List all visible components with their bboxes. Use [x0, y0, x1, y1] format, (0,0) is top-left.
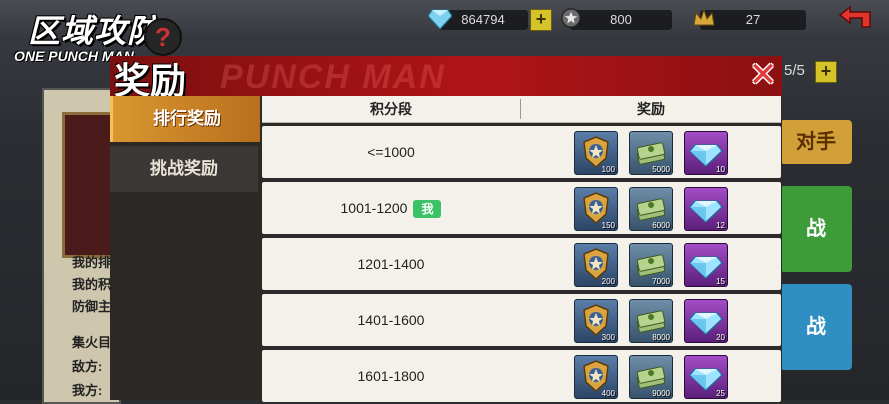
score-range-text: <=1000	[367, 144, 415, 160]
shield-badge-icon	[561, 8, 581, 28]
reward-item[interactable]: 150	[574, 187, 618, 231]
table-header: 积分段 奖励	[262, 96, 781, 123]
header-watermark: PUNCH MAN	[220, 58, 446, 96]
battle-button-1[interactable]: 战	[780, 186, 852, 272]
reward-item[interactable]: 200	[574, 243, 618, 287]
reward-quantity: 25	[716, 389, 725, 398]
reward-quantity: 20	[716, 333, 725, 342]
reward-item[interactable]: 10	[684, 131, 728, 175]
challenge-count: 5/5	[784, 62, 805, 79]
badge-value: 800	[610, 12, 632, 27]
score-range-text: 1601-1800	[357, 368, 425, 384]
reward-quantity: 15	[716, 277, 725, 286]
add-count-button[interactable]: +	[815, 61, 837, 83]
reward-item[interactable]: 25	[684, 355, 728, 399]
score-range: 1001-1200 我	[262, 182, 520, 234]
table-row: 1601-1800 400 9000 25	[262, 350, 781, 402]
reward-item[interactable]: 300	[574, 299, 618, 343]
reward-item[interactable]: 5000	[629, 131, 673, 175]
left-line: 集火目	[72, 335, 112, 350]
reward-item[interactable]: 7000	[629, 243, 673, 287]
reward-item[interactable]: 12	[684, 187, 728, 231]
table-row: 1201-1400 200 7000 15	[262, 238, 781, 290]
reward-quantity: 150	[601, 221, 615, 230]
tab-challenge-rewards[interactable]: 挑战奖励	[110, 146, 258, 192]
reward-item[interactable]: 8000	[629, 299, 673, 343]
column-header-reward: 奖励	[637, 101, 665, 117]
reward-quantity: 7000	[652, 277, 670, 286]
reward-item[interactable]: 100	[574, 131, 618, 175]
score-range-text: 1401-1600	[357, 312, 425, 328]
left-line: 我方:	[72, 383, 103, 398]
my-rank-badge: 我	[413, 200, 442, 219]
score-range: 1601-1800	[262, 350, 520, 402]
score-range: 1401-1600	[262, 294, 520, 346]
modal-header: PUNCH MAN	[110, 56, 782, 98]
reward-item[interactable]: 20	[684, 299, 728, 343]
help-icon[interactable]: ?	[144, 18, 182, 56]
table-row: 1001-1200 我 150 6000 12	[262, 182, 781, 234]
score-range-text: 1201-1400	[357, 256, 425, 272]
table-row: 1401-1600 300 8000 20	[262, 294, 781, 346]
reward-quantity: 8000	[652, 333, 670, 342]
reward-item[interactable]: 6000	[629, 187, 673, 231]
challenge-opponent-button[interactable]: 对手	[780, 120, 852, 164]
score-range: <=1000	[262, 126, 520, 178]
battle-button-2[interactable]: 战	[780, 284, 852, 370]
column-header-range: 积分段	[370, 101, 412, 117]
left-line: 我的排	[72, 255, 112, 270]
reward-item[interactable]: 400	[574, 355, 618, 399]
diamond-icon	[428, 9, 452, 30]
table-row: <=1000 100 5000 10	[262, 126, 781, 178]
reward-quantity: 6000	[652, 221, 670, 230]
tab-ranking-rewards[interactable]: 排行奖励	[110, 96, 261, 142]
reward-quantity: 12	[716, 221, 725, 230]
reward-quantity: 10	[716, 165, 725, 174]
reward-quantity: 400	[601, 389, 615, 398]
reward-item[interactable]: 15	[684, 243, 728, 287]
left-line: 防御主	[72, 299, 112, 314]
logo-title: 区域攻防	[28, 13, 161, 49]
close-icon[interactable]: ✕	[746, 58, 780, 92]
reward-quantity: 9000	[652, 389, 670, 398]
add-diamond-button[interactable]: +	[530, 9, 552, 31]
left-line: 敌方:	[72, 359, 103, 374]
reward-quantity: 200	[601, 277, 615, 286]
crown-icon	[693, 8, 715, 26]
score-range: 1201-1400	[262, 238, 520, 290]
reward-item[interactable]: 9000	[629, 355, 673, 399]
score-range-text: 1001-1200	[340, 200, 408, 216]
back-arrow-icon[interactable]	[836, 5, 876, 31]
badge-counter: 800	[570, 10, 672, 30]
left-line: 我的积	[72, 277, 112, 292]
reward-quantity: 100	[601, 165, 615, 174]
reward-quantity: 300	[601, 333, 615, 342]
reward-quantity: 5000	[652, 165, 670, 174]
